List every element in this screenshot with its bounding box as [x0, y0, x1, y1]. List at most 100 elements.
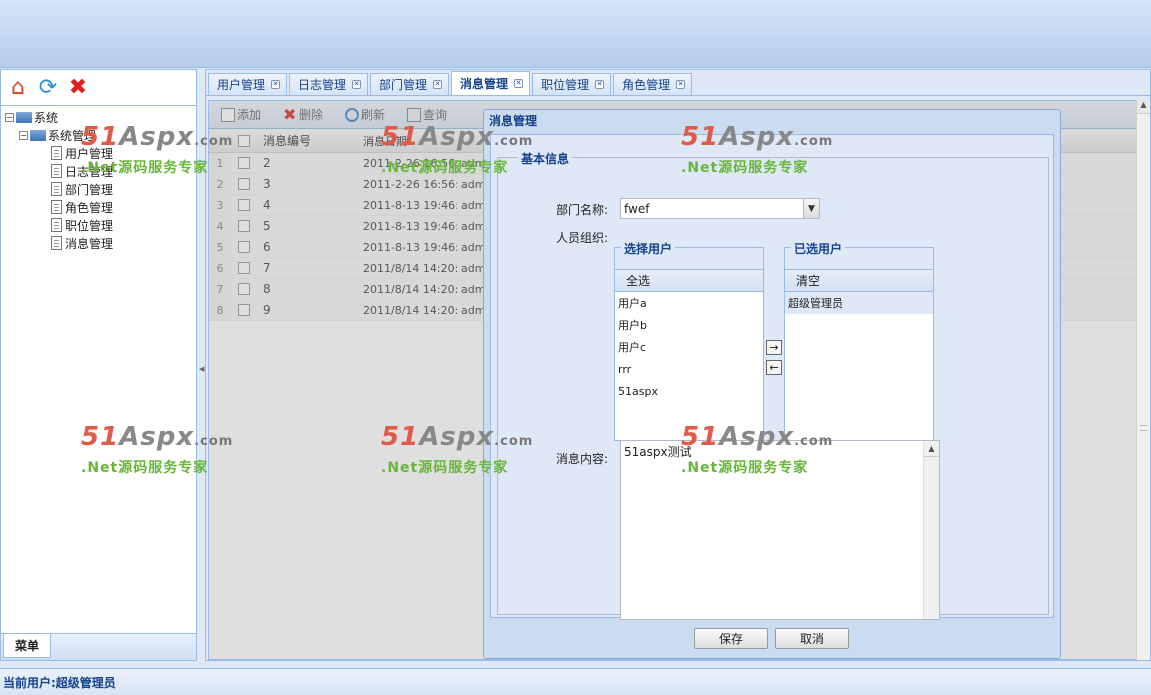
- tab-log[interactable]: 日志管理 ✕: [289, 73, 369, 95]
- checkbox[interactable]: [238, 178, 250, 190]
- tree-item-user[interactable]: 用户管理: [5, 144, 192, 162]
- select-users-title: 选择用户: [621, 240, 676, 257]
- tab-close-icon[interactable]: ✕: [595, 80, 605, 89]
- tree-item-role[interactable]: 角色管理: [5, 198, 192, 216]
- save-button[interactable]: 保存: [694, 628, 768, 649]
- tab-message[interactable]: 消息管理 ✕: [451, 71, 531, 95]
- move-left-icon[interactable]: ←: [766, 360, 782, 375]
- tree-item-label: 日志管理: [65, 164, 114, 179]
- chevron-down-icon[interactable]: ▼: [803, 199, 819, 218]
- select-users-header: 选择用户 全选: [615, 240, 763, 292]
- list-item[interactable]: 51aspx: [615, 380, 763, 402]
- list-item[interactable]: 用户a: [615, 292, 763, 314]
- tree-item-log[interactable]: 日志管理: [5, 162, 192, 180]
- status-bar: 当前用户:超级管理员: [0, 668, 1151, 695]
- tab-close-icon[interactable]: ✕: [433, 80, 443, 89]
- select-all-button[interactable]: 全选: [615, 269, 763, 291]
- move-right-icon[interactable]: →: [766, 340, 782, 355]
- tab-position[interactable]: 职位管理 ✕: [532, 73, 612, 95]
- delete-button[interactable]: ✖ 删除: [283, 106, 323, 123]
- checkbox[interactable]: [238, 241, 250, 253]
- scroll-up-icon[interactable]: ▲: [1137, 100, 1150, 114]
- row-checkbox[interactable]: [231, 157, 257, 169]
- column-message-no[interactable]: 消息编号: [257, 132, 357, 149]
- refresh-icon[interactable]: ⟳: [35, 75, 61, 101]
- column-message-date[interactable]: 消息日期: [357, 133, 457, 149]
- tab-close-icon[interactable]: ✕: [514, 79, 524, 88]
- selected-users-title: 已选用户: [791, 240, 846, 257]
- fieldset-legend: 基本信息: [518, 150, 573, 167]
- collapse-icon[interactable]: −: [5, 112, 14, 122]
- tree-item-label: 用户管理: [65, 146, 114, 161]
- dialog-title[interactable]: 消息管理: [484, 110, 1060, 130]
- message-content-textarea[interactable]: 51aspx测试 ▲: [620, 440, 940, 620]
- header-index: [209, 129, 231, 152]
- header-checkbox[interactable]: [231, 134, 257, 147]
- add-label: 添加: [237, 108, 262, 122]
- tree-node-root[interactable]: − 系统: [5, 108, 192, 126]
- row-index: 6: [209, 258, 231, 278]
- message-dialog: 消息管理 基本信息 部门名称: fwef ▼ 人员组织: 选择用户 全选 用户a…: [483, 109, 1061, 659]
- close-icon[interactable]: ✖: [65, 75, 91, 101]
- scroll-grip-icon[interactable]: [1140, 425, 1147, 431]
- splitter[interactable]: ◀: [197, 69, 205, 661]
- menu-tab[interactable]: 菜单: [3, 634, 51, 658]
- cell-message-date: 2011-8-13 19:46:...: [363, 198, 457, 212]
- tree-node-group[interactable]: − 系统管理: [5, 126, 192, 144]
- tab-close-icon[interactable]: ✕: [352, 80, 362, 89]
- nav-tree: − 系统 − 系统管理 用户管理 日志管理 部门管理 角色管理 职位管理 消息管…: [1, 106, 196, 254]
- home-icon[interactable]: ⌂: [5, 75, 31, 101]
- dept-select-value: fwef: [624, 201, 650, 216]
- checkbox[interactable]: [238, 262, 250, 274]
- tab-role[interactable]: 角色管理 ✕: [613, 73, 693, 95]
- tab-close-icon[interactable]: ✕: [676, 80, 686, 89]
- dept-select[interactable]: fwef ▼: [620, 198, 820, 219]
- left-footer: 菜单: [1, 633, 196, 660]
- row-checkbox[interactable]: [231, 199, 257, 211]
- textarea-scrollbar[interactable]: ▲: [923, 441, 939, 619]
- refresh-button[interactable]: 刷新: [345, 106, 385, 123]
- row-checkbox[interactable]: [231, 241, 257, 253]
- query-button[interactable]: 查询: [407, 106, 447, 123]
- collapse-icon[interactable]: −: [19, 130, 28, 140]
- row-index: 7: [209, 279, 231, 299]
- main-scrollbar[interactable]: ▲: [1136, 100, 1150, 660]
- clear-button[interactable]: 清空: [785, 269, 933, 291]
- cell-message-no: 5: [263, 219, 271, 233]
- checkbox[interactable]: [238, 283, 250, 295]
- row-checkbox[interactable]: [231, 220, 257, 232]
- scroll-up-icon[interactable]: ▲: [924, 441, 939, 457]
- checkbox[interactable]: [238, 134, 250, 147]
- add-icon: [221, 107, 235, 122]
- collapse-arrow-icon[interactable]: ◀: [199, 365, 204, 373]
- query-label: 查询: [423, 108, 448, 122]
- row-index: 2: [209, 174, 231, 194]
- cancel-button[interactable]: 取消: [775, 628, 849, 649]
- tree-item-message[interactable]: 消息管理: [5, 234, 192, 252]
- list-item[interactable]: 用户b: [615, 314, 763, 336]
- document-icon: [51, 218, 62, 232]
- checkbox[interactable]: [238, 157, 250, 169]
- tab-dept[interactable]: 部门管理 ✕: [370, 73, 450, 95]
- dept-label: 部门名称:: [556, 203, 609, 217]
- tab-label: 部门管理: [379, 78, 428, 92]
- tree-item-dept[interactable]: 部门管理: [5, 180, 192, 198]
- tab-close-icon[interactable]: ✕: [271, 80, 281, 89]
- row-checkbox[interactable]: [231, 283, 257, 295]
- row-checkbox[interactable]: [231, 304, 257, 316]
- row-index: 8: [209, 300, 231, 320]
- checkbox[interactable]: [238, 304, 250, 316]
- checkbox[interactable]: [238, 199, 250, 211]
- tree-item-position[interactable]: 职位管理: [5, 216, 192, 234]
- tree-node-label: 系统管理: [48, 128, 97, 143]
- list-item[interactable]: rrr: [615, 358, 763, 380]
- row-checkbox[interactable]: [231, 178, 257, 190]
- tab-user[interactable]: 用户管理 ✕: [208, 73, 288, 95]
- add-button[interactable]: 添加: [221, 106, 261, 123]
- selected-users-list: 超级管理员: [785, 292, 933, 314]
- folder-icon: [30, 129, 46, 141]
- list-item[interactable]: 用户c: [615, 336, 763, 358]
- checkbox[interactable]: [238, 220, 250, 232]
- list-item[interactable]: 超级管理员: [785, 292, 933, 314]
- row-checkbox[interactable]: [231, 262, 257, 274]
